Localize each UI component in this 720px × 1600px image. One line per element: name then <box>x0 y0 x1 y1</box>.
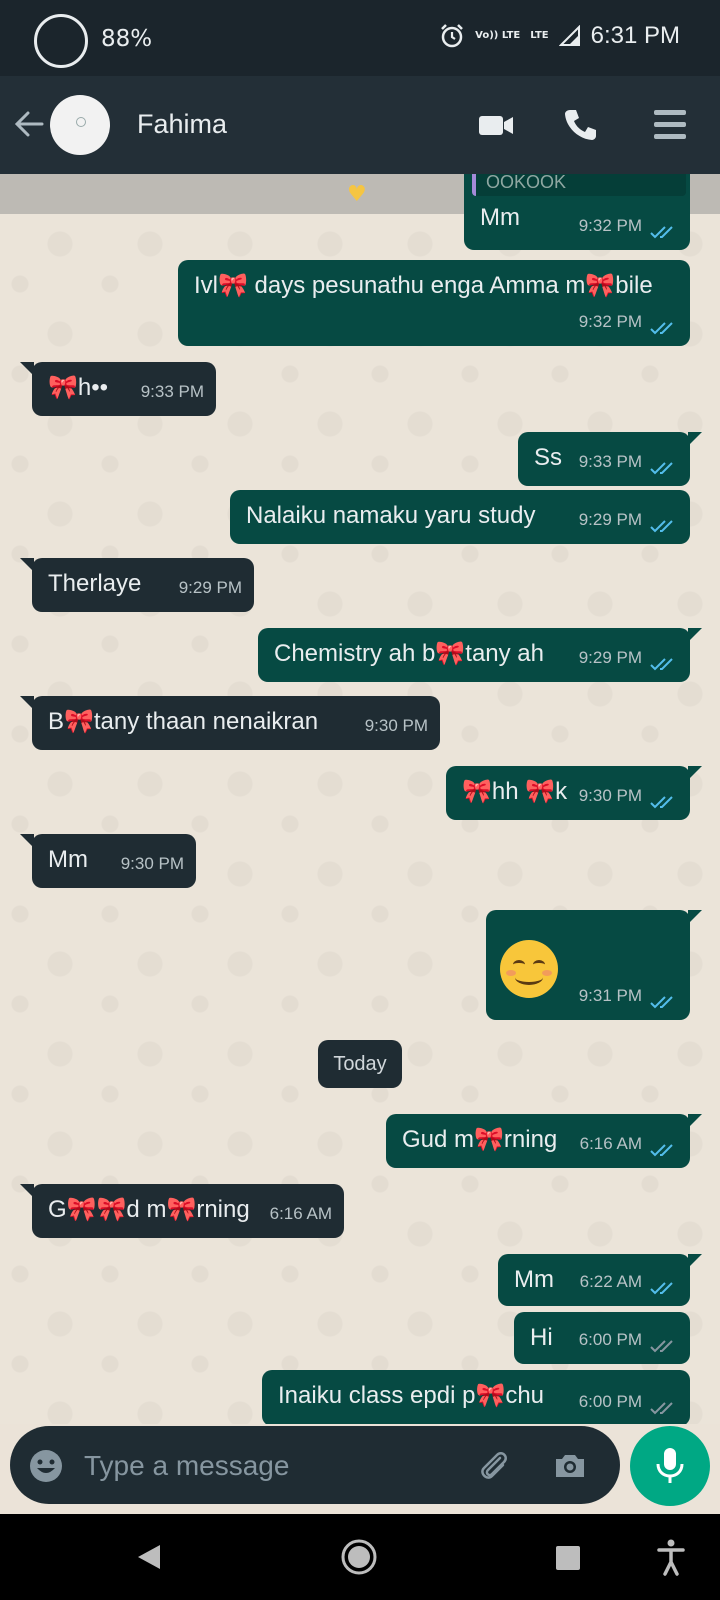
message-text: Gud m🎀rning <box>402 1126 558 1153</box>
read-ticks-icon <box>650 226 673 239</box>
message-input[interactable] <box>82 1448 466 1484</box>
message-bubble-incoming[interactable]: G🎀🎀d m🎀rning 6:16 AM <box>20 1184 344 1238</box>
message-text: B🎀tany thaan nenaikran <box>48 708 319 735</box>
voice-call-icon[interactable] <box>562 106 598 144</box>
lte-indicator: LTE <box>530 30 549 41</box>
message-bubble-incoming[interactable]: Therlaye 9:29 PM <box>20 558 254 612</box>
yellow-heart-icon: ♥ <box>347 182 367 207</box>
message-text: Inaiku class epdi p🎀chu <box>278 1382 545 1409</box>
message-bubble-outgoing[interactable]: Inaiku class epdi p🎀chu 6:00 PM <box>262 1370 690 1424</box>
message-text: Nalaiku namaku yaru study <box>246 502 536 529</box>
message-text: Mm <box>48 846 88 873</box>
message-text: Therlaye <box>48 570 142 597</box>
status-bar: 88% Vo)) LTE LTE 6:31 PM <box>0 0 720 76</box>
contact-avatar[interactable] <box>50 95 110 155</box>
message-bubble-outgoing[interactable]: 9:31 PM <box>486 910 702 1020</box>
message-time: 9:32 PM <box>578 216 642 235</box>
nav-recents-icon[interactable] <box>554 1544 582 1572</box>
message-time: 6:00 PM <box>578 1330 642 1349</box>
read-ticks-icon <box>650 322 673 335</box>
message-time: 9:33 PM <box>140 382 204 401</box>
read-ticks-icon <box>650 520 673 533</box>
volte-indicator: Vo)) LTE <box>475 30 521 41</box>
read-ticks-icon <box>650 1282 673 1295</box>
voice-message-button[interactable] <box>630 1426 710 1506</box>
accessibility-icon[interactable] <box>656 1538 686 1576</box>
microphone-icon <box>656 1448 684 1483</box>
quoted-text: OOKOOK <box>486 174 567 192</box>
message-text: Ivl🎀 days pesunathu enga Amma m🎀bile <box>194 272 653 299</box>
signal-icon <box>558 25 580 46</box>
message-bubble-incoming[interactable]: B🎀tany thaan nenaikran 9:30 PM <box>20 696 440 750</box>
message-text: Mm <box>514 1266 554 1293</box>
date-separator-chip: Today <box>318 1040 402 1088</box>
message-composer <box>10 1426 620 1504</box>
menu-icon[interactable] <box>652 106 688 144</box>
delivered-ticks-icon <box>650 1402 673 1415</box>
status-right-cluster: Vo)) LTE LTE 6:31 PM <box>439 22 680 50</box>
message-time: 9:30 PM <box>120 854 184 873</box>
back-arrow-icon[interactable] <box>12 104 46 144</box>
message-time: 9:31 PM <box>578 986 642 1005</box>
message-time: 6:16 AM <box>579 1134 642 1153</box>
message-time: 6:16 AM <box>269 1204 332 1223</box>
message-text: Hi <box>530 1324 553 1351</box>
read-ticks-icon <box>650 1144 673 1157</box>
message-text: 🎀h•• <box>48 374 109 401</box>
system-navigation-bar <box>0 1514 720 1600</box>
message-text: Mm <box>480 204 520 231</box>
message-bubble-outgoing[interactable]: Gud m🎀rning 6:16 AM <box>386 1114 702 1168</box>
read-ticks-icon <box>650 462 673 475</box>
battery-percentage: 88% <box>101 26 153 52</box>
message-time: 9:30 PM <box>364 716 428 735</box>
contact-name[interactable]: Fahima <box>137 109 227 140</box>
quoted-message: OOKOOK <box>472 174 686 196</box>
message-time: 9:30 PM <box>578 786 642 805</box>
message-time: 6:00 PM <box>578 1392 642 1411</box>
message-time: 9:32 PM <box>578 312 642 331</box>
emoji-icon[interactable] <box>28 1448 64 1484</box>
message-bubble-incoming[interactable]: 🎀h•• 9:33 PM <box>20 362 216 416</box>
message-bubble-outgoing[interactable]: Mm 6:22 AM <box>498 1254 702 1306</box>
battery-ring-icon <box>34 14 88 68</box>
message-bubble-outgoing[interactable]: Chemistry ah b🎀tany ah 9:29 PM <box>258 628 702 682</box>
message-bubble-outgoing[interactable]: Ivl🎀 days pesunathu enga Amma m🎀bile 9:3… <box>178 260 690 346</box>
camera-icon[interactable] <box>552 1448 588 1484</box>
message-bubble-outgoing[interactable]: OOKOOK Mm 9:32 PM <box>464 174 690 250</box>
message-bubble-outgoing[interactable]: 🎀hh 🎀k 9:30 PM <box>446 766 702 820</box>
message-bubble-outgoing[interactable]: Hi 6:00 PM <box>514 1312 690 1364</box>
delivered-ticks-icon <box>650 1340 673 1353</box>
video-call-icon[interactable] <box>477 106 515 144</box>
message-time: 9:29 PM <box>178 578 242 597</box>
status-time: 6:31 PM <box>590 22 680 49</box>
read-ticks-icon <box>650 658 673 671</box>
attach-paperclip-icon[interactable] <box>476 1448 512 1484</box>
read-ticks-icon <box>650 796 673 809</box>
message-text: 🎀hh 🎀k <box>462 778 568 805</box>
message-bubble-incoming[interactable]: Mm 9:30 PM <box>20 834 196 888</box>
read-ticks-icon <box>650 996 673 1009</box>
nav-home-icon[interactable] <box>340 1538 378 1576</box>
message-bubble-outgoing[interactable]: Nalaiku namaku yaru study 9:29 PM <box>230 490 690 544</box>
message-bubble-outgoing[interactable]: Ss 9:33 PM <box>518 432 702 486</box>
message-time: 6:22 AM <box>579 1272 642 1291</box>
message-text: Chemistry ah b🎀tany ah <box>274 640 544 667</box>
nav-back-icon[interactable] <box>134 1542 164 1572</box>
chat-area[interactable]: ♥ OOKOOK Mm 9:32 PM Ivl🎀 days pesunathu … <box>0 174 720 1424</box>
chat-header: Fahima <box>0 76 720 174</box>
message-time: 9:29 PM <box>578 510 642 529</box>
message-time: 9:29 PM <box>578 648 642 667</box>
message-text: G🎀🎀d m🎀rning <box>48 1196 250 1223</box>
message-time: 9:33 PM <box>578 452 642 471</box>
message-text: Ss <box>534 444 563 471</box>
smiling-face-emoji-icon <box>500 940 558 998</box>
alarm-icon <box>441 24 464 48</box>
